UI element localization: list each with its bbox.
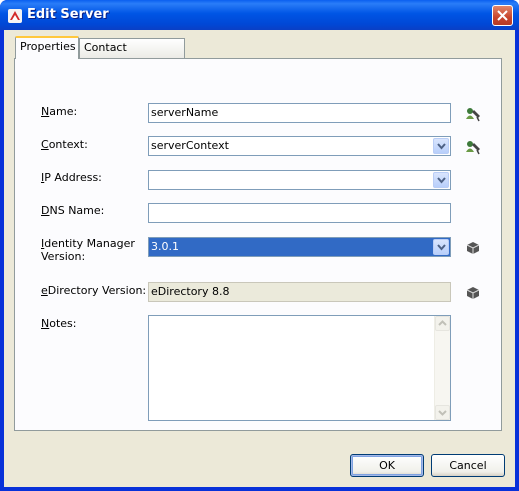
edirectory-version-value: eDirectory 8.8	[151, 285, 230, 298]
edir-label-mnemonic: e	[41, 284, 48, 297]
title-bar[interactable]: Edit Server	[0, 0, 519, 30]
properties-panel: Name: serverName Context: serverContext	[14, 58, 502, 431]
name-field[interactable]: serverName	[148, 103, 451, 123]
ip-address-label-text: P Address:	[44, 171, 102, 184]
scroll-up-arrow[interactable]	[435, 316, 450, 331]
query-version-icon[interactable]	[464, 239, 482, 257]
close-button[interactable]	[492, 5, 513, 26]
ip-address-label: IP Address:	[41, 171, 102, 184]
browse-object-icon[interactable]	[464, 138, 482, 156]
notes-label: Notes:	[41, 317, 76, 330]
name-label-text: ame:	[49, 105, 78, 118]
scroll-down-arrow[interactable]	[435, 405, 450, 420]
edir-label-text: Directory Version:	[47, 284, 147, 297]
dialog-client-area: Properties Contact Information Name: ser…	[4, 30, 515, 487]
tab-properties-label: Properties	[20, 40, 76, 53]
identity-manager-version-combobox[interactable]: 3.0.1	[148, 237, 451, 257]
notes-label-text: otes:	[49, 317, 77, 330]
context-label-mnemonic: C	[41, 138, 49, 151]
chevron-down-icon	[437, 177, 446, 184]
identity-manager-version-value: 3.0.1	[151, 240, 179, 253]
chevron-up-icon	[438, 320, 447, 326]
context-dropdown-button[interactable]	[433, 138, 449, 154]
tab-contact-information[interactable]: Contact Information	[79, 38, 185, 72]
app-icon	[8, 9, 22, 23]
idm-label-line2: Version:	[41, 250, 86, 263]
ok-button[interactable]: OK	[350, 454, 424, 477]
chevron-down-icon	[438, 410, 447, 416]
dns-name-label-text: NS Name:	[49, 204, 105, 217]
close-icon	[497, 10, 508, 21]
tab-properties[interactable]: Properties	[15, 36, 79, 59]
notes-label-mnemonic: N	[41, 317, 50, 330]
notes-scrollbar[interactable]	[434, 316, 450, 420]
dns-name-field[interactable]	[148, 203, 451, 223]
browse-object-icon[interactable]	[464, 105, 482, 123]
identity-manager-version-dropdown-button[interactable]	[433, 239, 449, 255]
ok-button-label: OK	[379, 459, 395, 472]
context-label-text: ontext:	[48, 138, 88, 151]
chevron-down-icon	[437, 143, 446, 150]
cancel-button-label: Cancel	[449, 459, 487, 472]
ip-address-combobox[interactable]	[148, 170, 451, 190]
notes-textarea[interactable]	[148, 315, 451, 421]
identity-manager-version-label: Identity Manager Version:	[41, 237, 135, 263]
cancel-button[interactable]: Cancel	[431, 454, 505, 477]
chevron-down-icon	[437, 244, 446, 251]
name-label-mnemonic: N	[41, 105, 50, 118]
edit-server-dialog: Edit Server Properties Contact Informati…	[0, 0, 519, 491]
context-combobox[interactable]: serverContext	[148, 136, 451, 156]
context-label: Context:	[41, 138, 88, 151]
window-title: Edit Server	[27, 7, 109, 22]
query-version-icon[interactable]	[464, 284, 482, 302]
edirectory-version-label: eDirectory Version:	[41, 284, 146, 297]
name-field-value: serverName	[151, 106, 219, 119]
context-combobox-value: serverContext	[151, 139, 229, 152]
name-label: Name:	[41, 105, 77, 118]
dns-name-label: DNS Name:	[41, 204, 104, 217]
edirectory-version-field: eDirectory 8.8	[148, 282, 451, 302]
idm-label-text: dentity Manager	[44, 237, 135, 250]
ip-address-dropdown-button[interactable]	[433, 172, 449, 188]
